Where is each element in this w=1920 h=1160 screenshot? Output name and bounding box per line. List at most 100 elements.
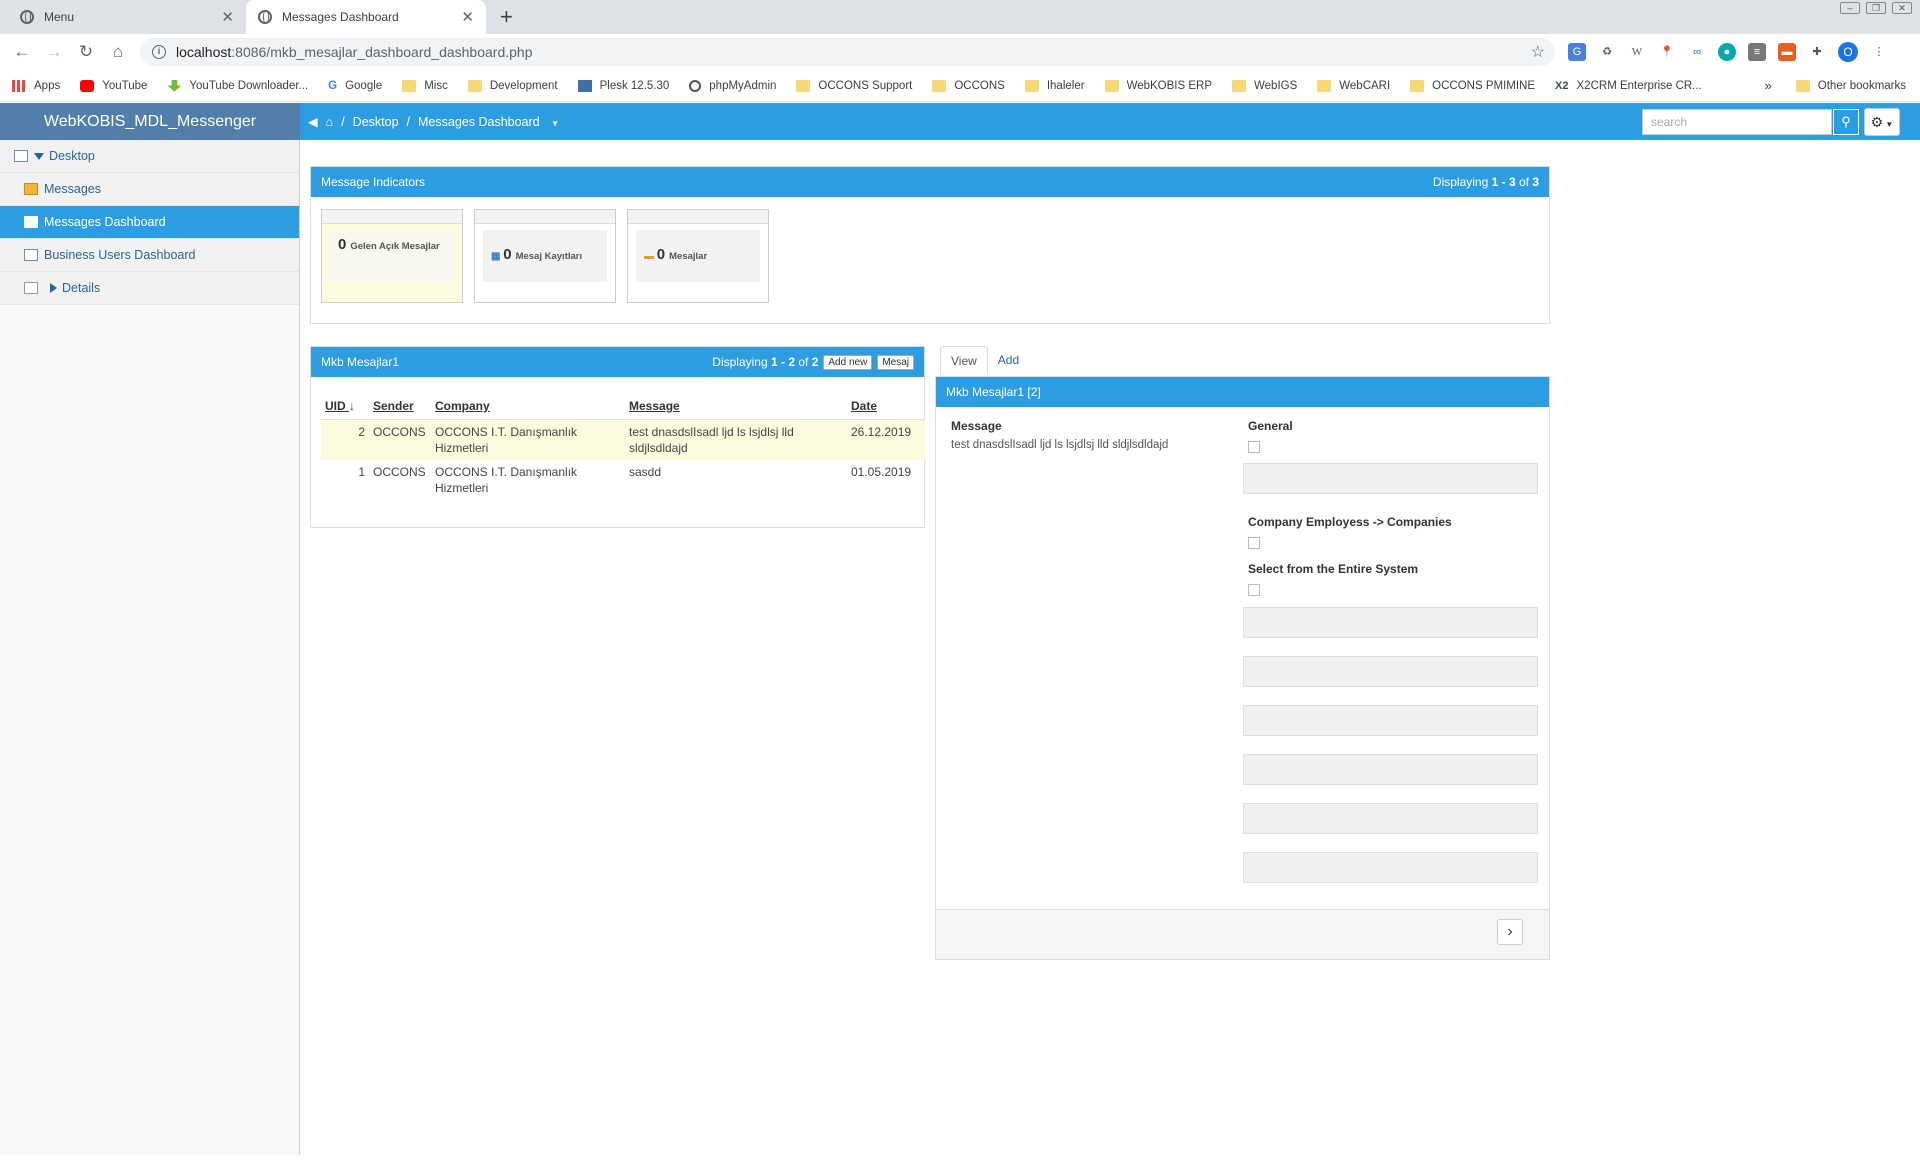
html-icon[interactable]: ≡ [1748, 43, 1766, 61]
pin-icon[interactable]: 📍 [1658, 43, 1676, 61]
table-row[interactable]: 2 OCCONS OCCONS I.T. Danışmanlık Hizmetl… [321, 419, 925, 460]
puzzle-icon[interactable]: ✚ [1808, 43, 1826, 61]
displaying-of: of [795, 355, 812, 369]
wikipedia-icon[interactable]: W [1628, 43, 1646, 61]
bookmark-webkobis-erp[interactable]: WebKOBIS ERP [1104, 79, 1212, 92]
indicator-count: 0 [656, 246, 666, 263]
bookmark-apps[interactable]: Apps [12, 79, 60, 92]
column-header-uid[interactable]: UID ↓ [321, 395, 369, 420]
sidebar-item-details[interactable]: Details [0, 272, 299, 305]
column-header-sender[interactable]: Sender [369, 395, 431, 420]
back-icon[interactable]: ← [6, 42, 38, 62]
info-icon[interactable]: i [152, 45, 166, 59]
next-button[interactable]: › [1497, 919, 1523, 945]
select-field-5[interactable] [1243, 803, 1538, 834]
settings-button[interactable]: ⚙ ▼ [1864, 108, 1900, 136]
table-row[interactable]: 1 OCCONS OCCONS I.T. Danışmanlık Hizmetl… [321, 460, 925, 500]
employess-label: Company Employess -> Companies [1248, 515, 1452, 529]
bookmark-star-icon[interactable]: ☆ [1531, 42, 1545, 62]
breadcrumb-current[interactable]: Messages Dashboard ▼ [418, 115, 567, 129]
bookmark-google[interactable]: G Google [328, 80, 382, 92]
loop-icon[interactable]: ∞ [1688, 43, 1706, 61]
grid-panel: Mkb Mesajlar1 Displaying 1 - 2 of 2 Add … [310, 346, 925, 528]
envelope-icon [24, 183, 38, 195]
bookmark-phpmyadmin[interactable]: phpMyAdmin [689, 79, 776, 92]
column-header-company[interactable]: Company [431, 395, 625, 420]
indicator-count: 0 [338, 236, 347, 253]
search-button[interactable]: ⚲ [1833, 109, 1859, 135]
indicator-card-open-messages[interactable]: 0 Gelen Açık Mesajlar [321, 209, 463, 303]
address-bar[interactable]: i localhost:8086/mkb_mesajlar_dashboard_… [140, 38, 1555, 66]
new-tab-button[interactable]: + [500, 4, 513, 30]
indicator-content: ▬ 0 Mesajlar [636, 230, 760, 282]
general-field[interactable] [1243, 463, 1538, 494]
bookmark-label: Ihaleler [1046, 79, 1085, 92]
grid-panel-header: Mkb Mesajlar1 Displaying 1 - 2 of 2 Add … [311, 347, 924, 377]
minimize-icon[interactable]: – [1840, 2, 1860, 14]
entire-system-checkbox[interactable] [1248, 584, 1260, 596]
bookmark-youtube-downloader[interactable]: YouTube Downloader... [167, 79, 308, 92]
close-icon[interactable]: ✕ [461, 8, 474, 26]
close-window-icon[interactable]: ✕ [1892, 2, 1912, 14]
bookmark-occons-support[interactable]: OCCONS Support [796, 79, 913, 92]
forward-icon[interactable]: → [38, 42, 70, 62]
bookmark-development[interactable]: Development [467, 79, 558, 92]
url-host: localhost [176, 44, 232, 60]
indicator-card-messages[interactable]: ▬ 0 Mesajlar [627, 209, 769, 303]
select-field-4[interactable] [1243, 754, 1538, 785]
restore-icon[interactable]: ❐ [1866, 2, 1886, 14]
bookmark-misc[interactable]: Misc [402, 79, 448, 92]
indicator-card-message-records[interactable]: ▦ 0 Mesaj Kayıtları [474, 209, 616, 303]
bookmark-ihaleler[interactable]: Ihaleler [1024, 79, 1085, 92]
browser-tab-messages-dashboard[interactable]: Messages Dashboard ✕ [246, 0, 486, 34]
add-new-button[interactable]: Add new [823, 354, 873, 370]
bookmark-plesk[interactable]: Plesk 12.5.30 [577, 79, 669, 92]
select-field-3[interactable] [1243, 705, 1538, 736]
select-field-1[interactable] [1243, 607, 1538, 638]
url-path: :8086/mkb_mesajlar_dashboard_dashboard.p… [231, 44, 533, 60]
home-icon[interactable]: ⌂ [102, 42, 134, 62]
caret-down-icon: ▼ [1883, 120, 1894, 129]
chevron-double-right-icon[interactable]: » [1765, 78, 1772, 93]
reload-icon[interactable]: ↻ [70, 42, 102, 62]
bookmark-occons-pmimine[interactable]: OCCONS PMIMINE [1410, 79, 1535, 92]
bookmark-occons[interactable]: OCCONS [932, 79, 1005, 92]
bookmark-x2crm[interactable]: X2 X2CRM Enterprise CR... [1555, 80, 1702, 92]
menu-dots-icon[interactable]: ⋮ [1870, 43, 1888, 61]
search-input[interactable]: search [1642, 109, 1832, 135]
mesaj-button[interactable]: Mesaj [877, 354, 914, 370]
select-field-6[interactable] [1243, 852, 1538, 883]
bookmark-label: Misc [424, 79, 448, 92]
column-header-message[interactable]: Message [625, 395, 847, 420]
column-header-date[interactable]: Date [847, 395, 925, 420]
profile-avatar[interactable]: O [1838, 42, 1858, 62]
sidebar-item-desktop[interactable]: Desktop [0, 140, 299, 173]
employess-checkbox[interactable] [1248, 537, 1260, 549]
bookmark-label: OCCONS Support [818, 79, 913, 92]
bookmark-webcari[interactable]: WebCARI [1317, 79, 1390, 92]
recycle-icon[interactable]: ♻ [1598, 43, 1616, 61]
sidebar-item-messages[interactable]: Messages [0, 173, 299, 206]
translate-icon[interactable]: G [1568, 43, 1586, 61]
browser-tab-menu[interactable]: Menu ✕ [8, 0, 246, 34]
bookmark-youtube[interactable]: YouTube [80, 79, 147, 92]
close-icon[interactable]: ✕ [221, 8, 234, 26]
select-field-2[interactable] [1243, 656, 1538, 687]
sidebar-item-business-users-dashboard[interactable]: Business Users Dashboard [0, 239, 299, 272]
general-checkbox[interactable] [1248, 441, 1260, 453]
tab-view[interactable]: View [940, 346, 988, 374]
circle-ext-icon[interactable]: ● [1718, 43, 1736, 61]
breadcrumb-desktop[interactable]: Desktop [353, 115, 399, 129]
orange-ext-icon[interactable]: ▬ [1778, 43, 1796, 61]
tab-add[interactable]: Add [988, 346, 1029, 374]
app-brand[interactable]: WebKOBIS_MDL_Messenger [0, 103, 300, 140]
cell-company: OCCONS I.T. Danışmanlık Hizmetleri [435, 465, 578, 495]
home-icon[interactable]: ⌂ [326, 115, 334, 129]
gear-icon: ⚙ [1870, 114, 1884, 130]
chevron-left-icon[interactable]: ◀ [308, 114, 318, 129]
other-bookmarks[interactable]: Other bookmarks [1818, 80, 1906, 92]
sidebar-item-messages-dashboard[interactable]: Messages Dashboard [0, 206, 299, 239]
sidebar: Desktop Messages Messages Dashboard Busi… [0, 140, 300, 1155]
bookmark-webigs[interactable]: WebIGS [1232, 79, 1297, 92]
card-strip [475, 210, 615, 224]
